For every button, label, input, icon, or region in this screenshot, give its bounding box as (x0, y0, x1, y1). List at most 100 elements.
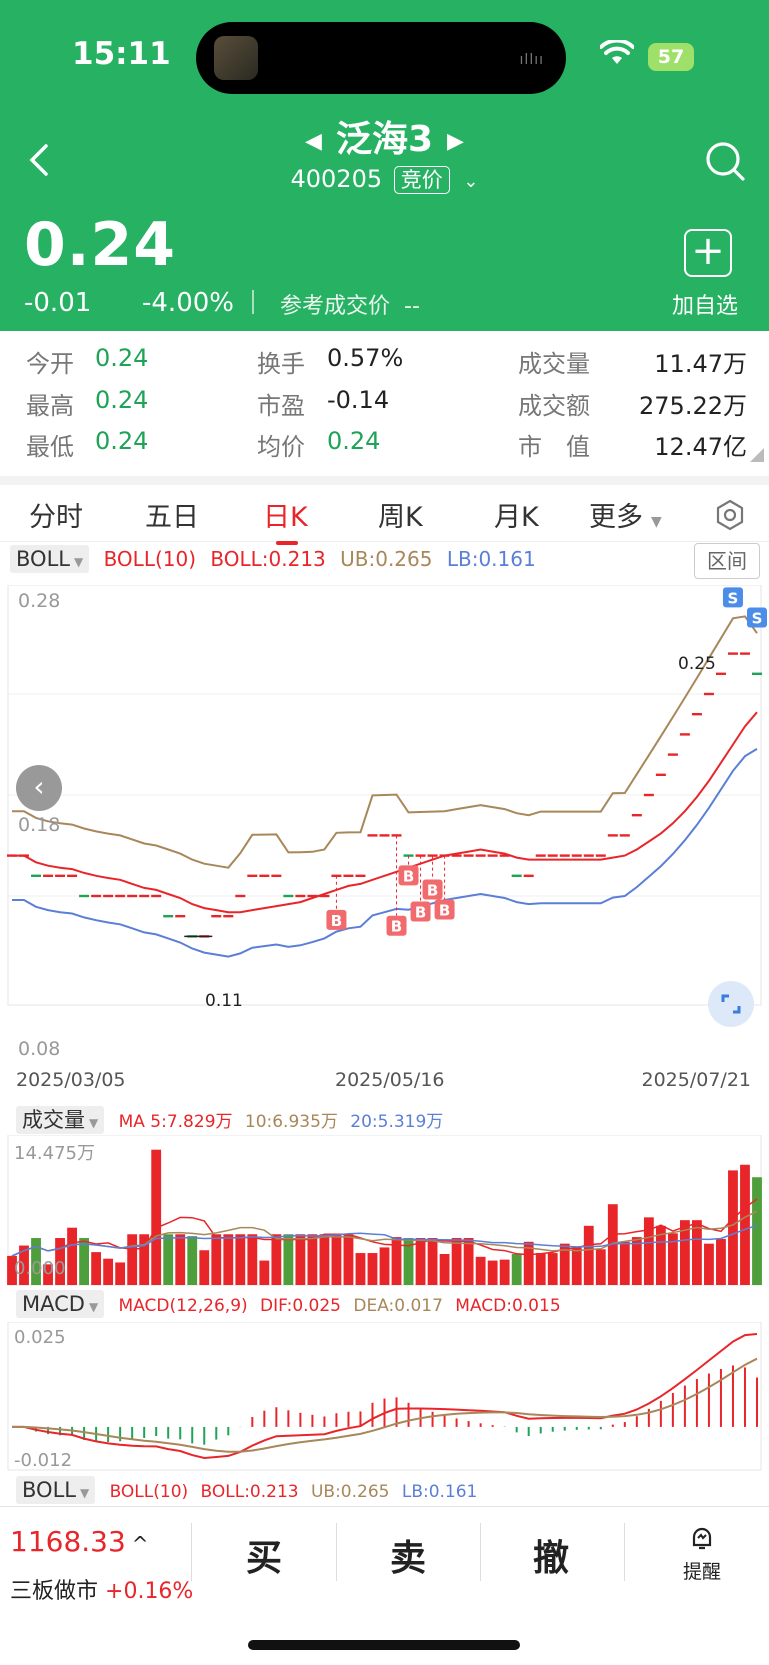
stock-title-row: ◀ 泛海3 ▶ (0, 110, 769, 162)
boll2-chip-label: BOLL (22, 1478, 76, 1502)
volume-bar (595, 1249, 606, 1285)
cancel-order-button[interactable]: 撤 (533, 1529, 569, 1581)
volume-bar (728, 1170, 738, 1285)
buy-marker-label: B (331, 912, 342, 930)
volume-bar (235, 1234, 246, 1285)
sell-button[interactable]: 卖 (390, 1529, 426, 1581)
volume-bar (511, 1253, 522, 1285)
high-value: 0.24 (95, 386, 149, 414)
volume-value: 11.47万 (654, 350, 747, 378)
volume-bar (704, 1243, 714, 1285)
caret-down-icon: ▼ (88, 1300, 99, 1314)
add-watchlist-button[interactable]: + (684, 229, 732, 277)
volume-bar (547, 1253, 558, 1285)
search-icon[interactable] (704, 140, 746, 182)
tab-monthly-k[interactable]: 月K (494, 495, 539, 534)
next-stock-icon[interactable]: ▶ (447, 129, 464, 154)
open-label: 今开 (26, 350, 74, 378)
volume-bar (740, 1164, 750, 1285)
y-axis-mid-label: 0.18 (18, 814, 61, 836)
period-tabs: 分时 五日 日K 周K 月K 更多 ▼ (0, 476, 769, 545)
volume-bar (355, 1253, 366, 1285)
pe-value: -0.14 (327, 386, 390, 414)
add-watchlist-label[interactable]: 加自选 (672, 288, 738, 320)
remind-button[interactable]: 提醒 (674, 1523, 730, 1584)
index-value-row[interactable]: 1168.33 ^ (10, 1525, 149, 1558)
volume-bar (127, 1234, 138, 1285)
divider (191, 1523, 192, 1581)
volume-ma5: MA 5:7.829万 (118, 1112, 233, 1132)
y-axis-bottom-label: 0.08 (18, 1038, 61, 1060)
macd-chart[interactable] (0, 1322, 769, 1472)
boll2-lb: LB:0.161 (401, 1482, 478, 1502)
low-value: 0.24 (95, 427, 149, 455)
volume-bar (223, 1234, 234, 1285)
expand-corner-icon[interactable] (750, 448, 764, 462)
macd-value: MACD:0.015 (455, 1296, 561, 1316)
open-value: 0.24 (95, 344, 149, 372)
buy-marker-label: B (403, 867, 414, 885)
stock-name: 泛海3 (335, 119, 434, 160)
remind-label: 提醒 (682, 1561, 721, 1583)
avg-value: 0.24 (327, 427, 381, 455)
boll-secondary-selector[interactable]: BOLL ▼ (16, 1476, 96, 1504)
volume-chart[interactable] (0, 1135, 769, 1287)
dynamic-island: ıllıı (196, 22, 566, 94)
boll-chip-label: BOLL (16, 547, 70, 571)
wifi-icon (600, 40, 634, 64)
volume-bar (692, 1220, 702, 1285)
volume-indicator-row: 成交量 ▼ MA 5:7.829万 10:6.935万 20:5.319万 (16, 1104, 443, 1134)
index-change: +0.16% (105, 1579, 194, 1604)
boll-selector[interactable]: BOLL ▼ (10, 545, 90, 573)
volume-bar (439, 1253, 450, 1285)
volume-selector[interactable]: 成交量 ▼ (16, 1106, 105, 1134)
price-change-pct: -4.00% (142, 288, 234, 318)
macd-indicator-row: MACD ▼ MACD(12,26,9) DIF:0.025 DEA:0.017 … (16, 1290, 561, 1318)
volume-bar (752, 1177, 762, 1285)
boll-indicator-row: BOLL ▼ BOLL(10) BOLL:0.213 UB:0.265 LB:0.… (10, 545, 536, 573)
boll2-ub: UB:0.265 (310, 1482, 390, 1502)
scroll-left-button[interactable]: ‹ (16, 765, 62, 811)
current-price: 0.24 (24, 210, 177, 280)
macd-selector[interactable]: MACD ▼ (16, 1290, 105, 1318)
volume-bar (619, 1241, 630, 1285)
buy-button[interactable]: 买 (246, 1529, 282, 1581)
volume-bar (67, 1227, 77, 1285)
x-axis-mid-label: 2025/05/16 (335, 1069, 445, 1091)
macd-dif: DIF:0.025 (260, 1296, 341, 1316)
boll-name: BOLL(10) (103, 547, 197, 571)
settings-hexagon-icon[interactable] (714, 499, 746, 531)
stock-code-row[interactable]: 400205 竞价 ⌄ (0, 165, 769, 194)
tab-daily-k[interactable]: 日K (263, 495, 308, 534)
tab-five-day[interactable]: 五日 (145, 495, 199, 534)
chevron-down-icon[interactable]: ⌄ (463, 171, 478, 192)
tab-more[interactable]: 更多 ▼ (589, 495, 662, 534)
fullscreen-button[interactable] (708, 981, 754, 1027)
high-label: 最高 (26, 392, 74, 420)
boll-upper-band (12, 615, 758, 869)
volume-bar (716, 1238, 726, 1285)
tab-more-label: 更多 (589, 502, 643, 533)
x-axis-start-label: 2025/03/05 (16, 1069, 126, 1091)
boll2-name: BOLL(10) (109, 1482, 189, 1502)
x-axis-end-label: 2025/07/21 (641, 1069, 751, 1091)
boll-middle-band (12, 711, 758, 914)
prev-stock-icon[interactable]: ◀ (305, 129, 322, 154)
reference-price: 参考成交价 -- (280, 288, 420, 320)
volume-bar (199, 1250, 210, 1285)
bell-alert-icon (692, 1527, 712, 1550)
status-time: 15:11 (72, 36, 171, 72)
volume-bar (91, 1252, 102, 1285)
kline-chart[interactable]: B BBBBBSS (0, 585, 769, 1095)
tab-intraday[interactable]: 分时 (29, 495, 83, 534)
audio-wave-icon: ıllıı (519, 52, 544, 68)
turnover-label: 换手 (257, 350, 305, 378)
macd-name: MACD(12,26,9) (118, 1296, 248, 1316)
range-button[interactable]: 区间 (694, 543, 760, 579)
tab-weekly-k[interactable]: 周K (378, 495, 423, 534)
volume-top-label: 14.475万 (14, 1143, 95, 1164)
volume-bar (115, 1262, 126, 1285)
divider (624, 1523, 625, 1581)
divider (336, 1523, 337, 1581)
volume-label: 成交量 (518, 350, 590, 378)
